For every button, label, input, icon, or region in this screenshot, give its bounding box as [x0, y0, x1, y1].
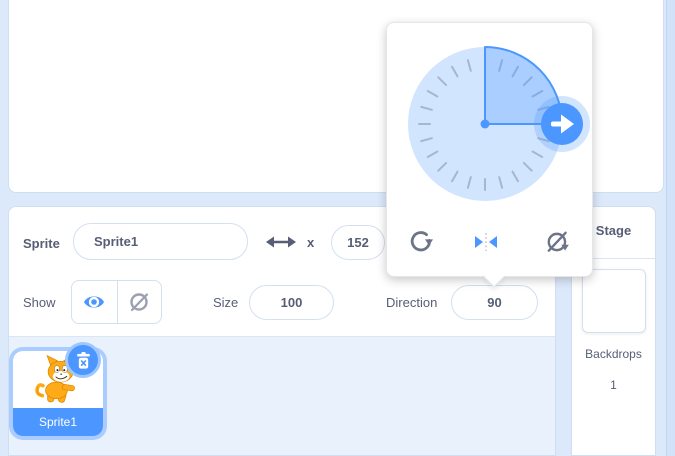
rotate-all-around-icon [409, 229, 435, 255]
delete-sprite-button[interactable] [65, 342, 101, 378]
show-label: Show [23, 295, 56, 310]
sprite-card-name: Sprite1 [13, 408, 103, 436]
direction-input[interactable]: 90 [451, 285, 538, 320]
direction-handle[interactable] [534, 96, 590, 152]
size-input[interactable]: 100 [249, 285, 334, 320]
rotation-style-all-around-button[interactable] [406, 226, 438, 258]
hide-eye-icon [127, 290, 151, 314]
show-sprite-button[interactable] [72, 281, 117, 323]
x-position-input[interactable]: 152 [331, 225, 385, 260]
scratch-editor: Sprite Sprite1 x 152 Show [0, 0, 675, 456]
show-eye-icon [82, 290, 106, 314]
rotate-none-icon [545, 229, 571, 255]
panel-resize-gutter [666, 0, 675, 456]
direction-picker-popup [386, 22, 593, 277]
rotation-style-left-right-button[interactable] [470, 226, 502, 258]
size-label: Size [213, 295, 238, 310]
backdrop-thumbnail[interactable] [582, 269, 646, 333]
trash-icon [76, 352, 91, 369]
direction-label: Direction [386, 295, 437, 310]
sprite-label: Sprite [23, 236, 60, 251]
hide-sprite-button[interactable] [117, 281, 162, 323]
rotate-left-right-icon [472, 231, 500, 253]
x-label: x [307, 235, 314, 250]
x-position-arrow-icon [266, 236, 296, 248]
show-toggle-group [71, 280, 162, 324]
backdrops-label: Backdrops [572, 347, 655, 361]
backdrops-count: 1 [572, 378, 655, 392]
sprite-name-input[interactable]: Sprite1 [73, 223, 248, 260]
rotation-style-do-not-rotate-button[interactable] [542, 226, 574, 258]
